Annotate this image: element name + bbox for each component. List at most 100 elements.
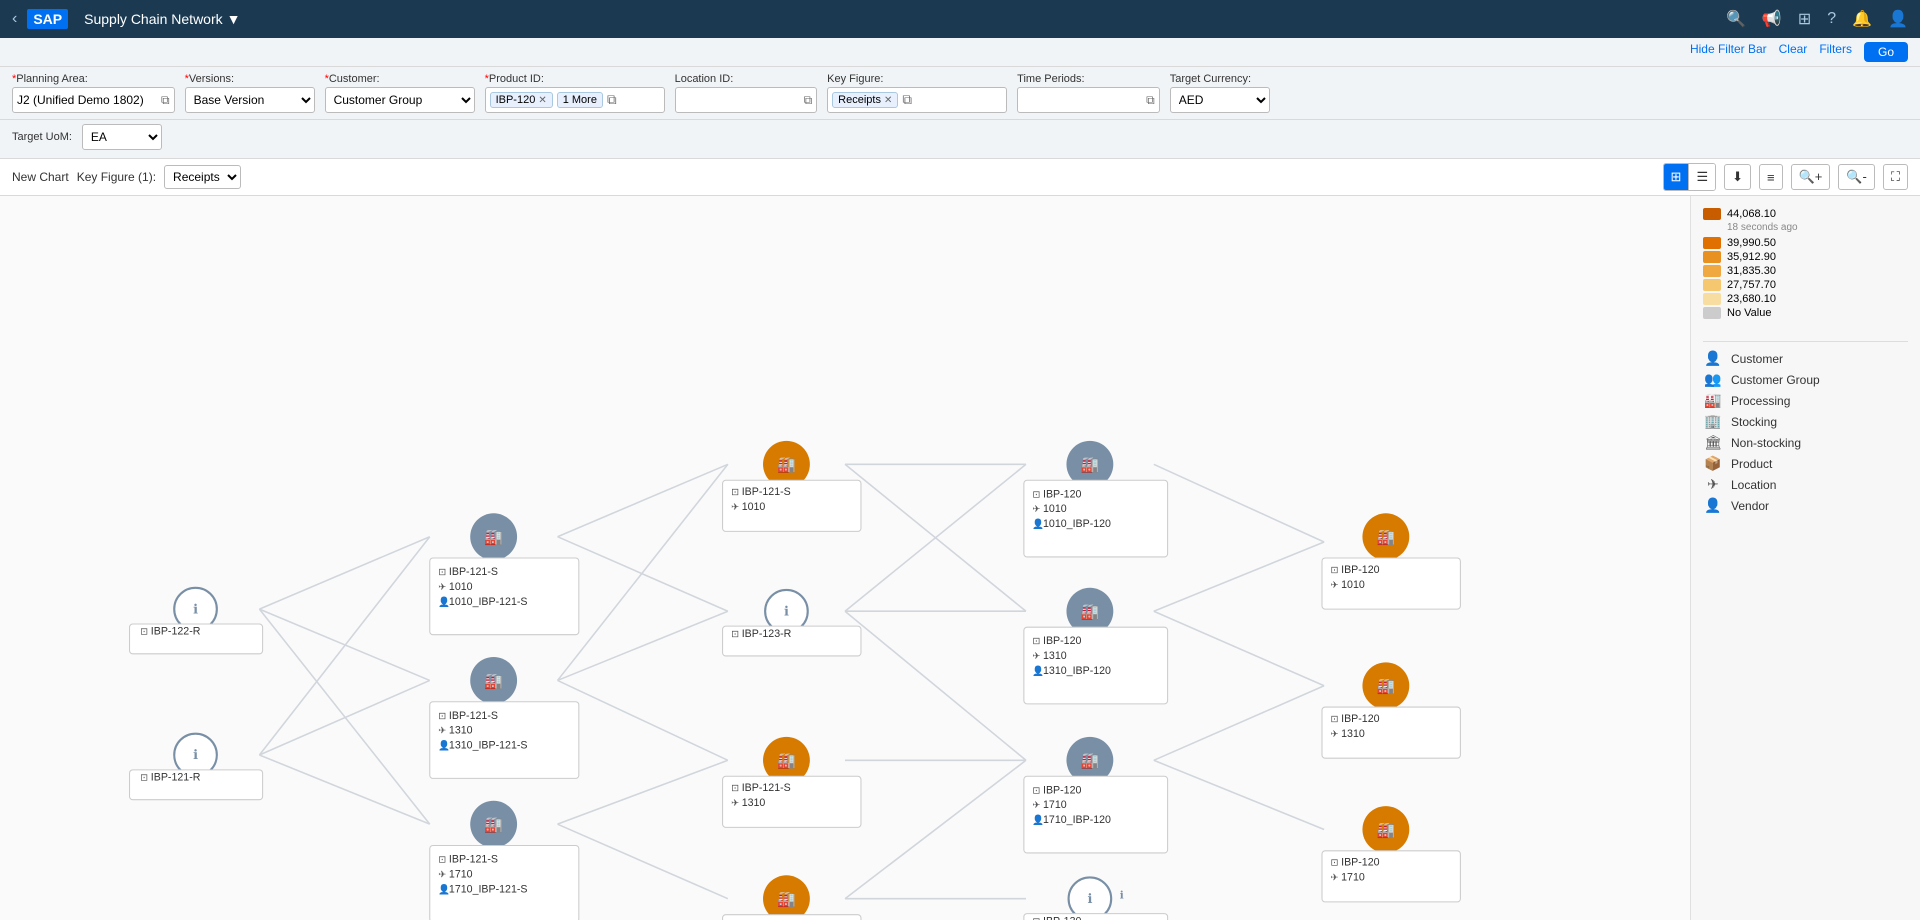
help-icon[interactable]: ? [1827,10,1836,28]
hide-filter-bar-link[interactable]: Hide Filter Bar [1690,42,1767,62]
svg-text:⊡: ⊡ [731,487,739,498]
nav-bar: ‹ SAP Supply Chain Network ▼ 🔍 📢 ⊞ ? 🔔 👤 [0,0,1920,38]
legend-bar-item-1: 44,068.10 [1703,208,1908,220]
customer-select[interactable]: Customer Group [325,87,475,113]
product-token-ibp120-remove[interactable]: ✕ [538,95,546,106]
legend-swatch-4 [1703,265,1721,277]
legend-bar-item-2: 39,990.50 [1703,237,1908,249]
svg-text:⊡: ⊡ [1032,489,1040,500]
key-figure-token-receipts-remove[interactable]: ✕ [884,95,892,106]
svg-text:🏭: 🏭 [1081,457,1100,474]
view-toggle-group: ⊞ ☰ [1663,163,1717,191]
table-view-button[interactable]: ☰ [1689,164,1715,190]
versions-label: *Versions: [185,73,315,85]
svg-text:✈: ✈ [1331,873,1339,884]
planning-area-label: *Planning Area: [12,73,175,85]
svg-text:🏭: 🏭 [1377,529,1396,546]
filters-link[interactable]: Filters [1819,42,1852,62]
legend-bar-item-6: 23,680.10 [1703,293,1908,305]
svg-text:IBP-121-S: IBP-121-S [742,486,791,498]
legend-type-processing: 🏭 Processing [1703,392,1908,409]
legend-color-bar: 44,068.10 18 seconds ago 39,990.50 35,91… [1703,208,1908,321]
svg-text:IBP-120: IBP-120 [1043,488,1081,500]
grid-icon[interactable]: ⊞ [1798,9,1811,29]
announce-icon[interactable]: 📢 [1762,9,1782,29]
customer-field: *Customer: Customer Group [325,73,475,113]
product-id-copy-button[interactable]: ⧉ [607,92,617,108]
svg-text:🏭: 🏭 [484,817,503,834]
target-currency-label: Target Currency: [1170,73,1270,85]
user-icon[interactable]: 👤 [1888,9,1908,29]
svg-text:✈: ✈ [438,726,446,737]
time-periods-field: Time Periods: ⧉ [1017,73,1160,113]
versions-select[interactable]: Base Version [185,87,315,113]
key-figure-toolbar-select[interactable]: Receipts [164,165,241,189]
svg-text:1310_IBP-120: 1310_IBP-120 [1043,665,1111,677]
key-figure-copy-button[interactable]: ⧉ [902,92,912,108]
app-title: Supply Chain Network ▼ [84,11,240,27]
legend-type-product-label: Product [1731,457,1772,471]
target-currency-select[interactable]: AED [1170,87,1270,113]
location-id-copy-icon[interactable]: ⧉ [804,93,813,108]
legend-value-1: 44,068.10 [1727,208,1776,220]
fullscreen-button[interactable]: ⛶ [1883,164,1908,190]
clear-link[interactable]: Clear [1779,42,1808,62]
svg-text:IBP-120: IBP-120 [1341,857,1379,869]
customer-legend-icon: 👤 [1703,350,1723,367]
legend-type-location-label: Location [1731,478,1776,492]
legend-swatch-6 [1703,293,1721,305]
svg-text:1310: 1310 [1043,650,1067,662]
svg-text:✈: ✈ [1032,651,1040,662]
legend-button[interactable]: ≡ [1759,164,1783,190]
svg-text:✈: ✈ [731,798,739,809]
svg-text:1310_IBP-121-S: 1310_IBP-121-S [449,740,528,752]
svg-text:⊡: ⊡ [1032,636,1040,647]
planning-area-copy-icon[interactable]: ⧉ [161,93,170,108]
svg-text:⊡: ⊡ [438,711,446,722]
back-button[interactable]: ‹ [12,10,17,28]
legend-timestamp: 18 seconds ago [1727,222,1908,233]
legend-type-non-stocking: 🏛 Non-stocking [1703,434,1908,451]
planning-area-field: *Planning Area: ⧉ [12,73,175,113]
location-legend-icon: ✈ [1703,476,1723,493]
new-chart-label: New Chart [12,170,69,184]
legend-value-7: No Value [1727,307,1771,319]
location-id-input[interactable] [680,93,800,107]
svg-text:⊡: ⊡ [438,855,446,866]
zoom-in-button[interactable]: 🔍+ [1791,164,1831,190]
svg-text:1010_IBP-121-S: 1010_IBP-121-S [449,596,528,608]
time-periods-copy-icon[interactable]: ⧉ [1146,93,1155,108]
network-view-button[interactable]: ⊞ [1664,164,1690,190]
location-id-input-wrap: ⧉ [675,87,818,113]
search-icon[interactable]: 🔍 [1726,9,1746,29]
svg-text:1010_IBP-120: 1010_IBP-120 [1043,518,1111,530]
svg-text:1710_IBP-120: 1710_IBP-120 [1043,814,1111,826]
go-button[interactable]: Go [1864,42,1908,62]
download-button[interactable]: ⬇ [1724,164,1751,190]
key-figure-token-receipts: Receipts ✕ [832,92,898,108]
svg-text:ℹ: ℹ [1087,891,1092,906]
legend-type-vendor-label: Vendor [1731,499,1769,513]
legend-type-stocking-label: Stocking [1731,415,1777,429]
svg-text:⊡: ⊡ [1331,714,1339,725]
sap-logo: SAP [27,9,68,29]
svg-text:🏭: 🏭 [1377,678,1396,695]
target-uom-select[interactable]: EA [82,124,162,150]
time-periods-input[interactable] [1022,93,1142,107]
network-graph[interactable]: ℹ ⊡ IBP-122-R ℹ ⊡ IBP-121-R 🏭 ⊡ IBP-121-… [0,196,1690,920]
svg-text:✈: ✈ [731,502,739,513]
svg-text:🏭: 🏭 [777,457,796,474]
legend-type-customer: 👤 Customer [1703,350,1908,367]
location-id-field: Location ID: ⧉ [675,73,818,113]
zoom-out-button[interactable]: 🔍- [1838,164,1875,190]
planning-area-input[interactable] [17,93,157,107]
svg-text:ℹ: ℹ [193,601,198,616]
svg-text:1010: 1010 [449,581,473,593]
bell-icon[interactable]: 🔔 [1852,9,1872,29]
planning-area-input-wrap: ⧉ [12,87,175,113]
svg-text:⊡: ⊡ [1032,785,1040,796]
svg-text:IBP-121-S: IBP-121-S [449,710,498,722]
legend-type-stocking: 🏢 Stocking [1703,413,1908,430]
legend-swatch-3 [1703,251,1721,263]
product-id-field: *Product ID: IBP-120 ✕ 1 More ⧉ [485,73,665,113]
